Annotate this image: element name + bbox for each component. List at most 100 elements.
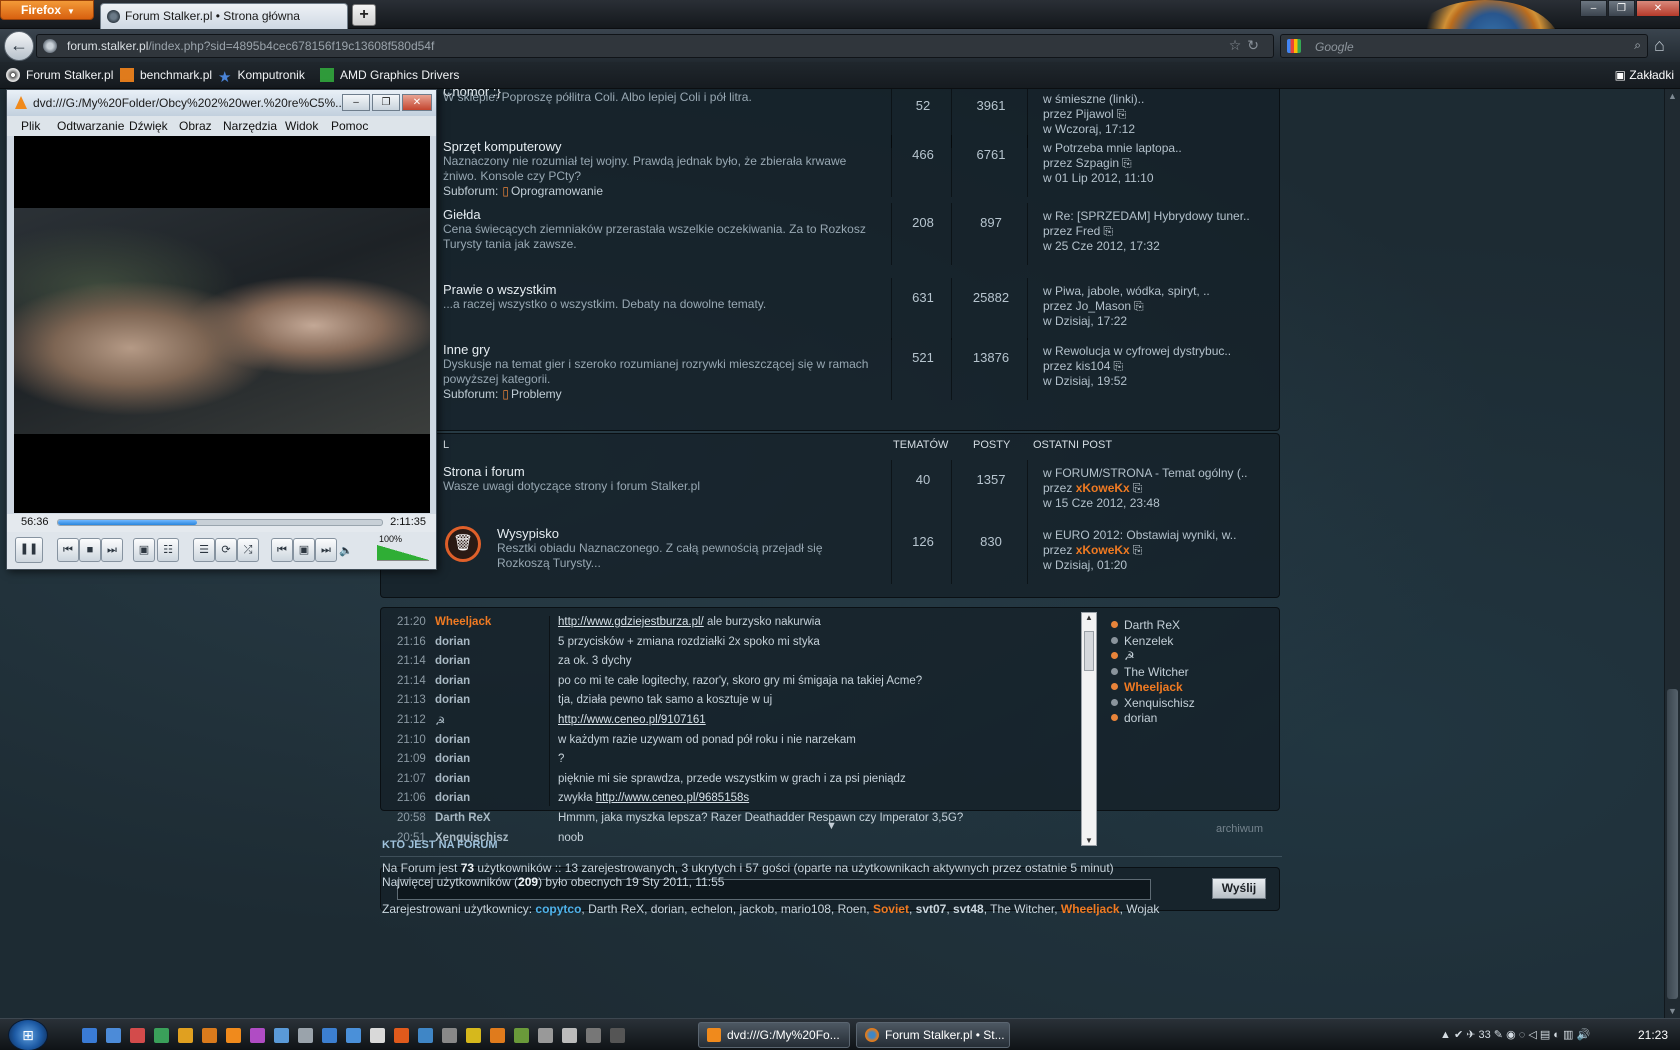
vlc-menu-item[interactable]: Obraz [179,119,212,133]
quick-launch-app-icon[interactable] [250,1028,265,1043]
vlc-menu-item[interactable]: Narzędzia [223,119,277,133]
playlist-button[interactable]: ☰ [193,538,215,562]
start-button[interactable]: ⊞ [8,1019,48,1050]
page-scrollbar[interactable]: ▲ ▼ [1664,89,1680,1018]
quick-launch-app-icon[interactable] [130,1028,145,1043]
quick-launch-app-icon[interactable] [418,1028,433,1043]
last-post-author-name[interactable]: xKoweKx [1076,481,1130,495]
last-post-topic-link[interactable]: w EURO 2012: Obstawiaj wyniki, w.. [1043,528,1273,543]
url-bar[interactable]: forum.stalker.pl/index.php?sid=4895b4cec… [36,34,1274,58]
online-user[interactable]: dorian [1111,711,1195,727]
vlc-maximize-button[interactable]: ❐ [372,94,400,111]
shuffle-button[interactable]: ⤮ [237,538,259,562]
chat-user[interactable]: ☭ [435,714,445,728]
go-to-post-icon[interactable]: ⎘ [1134,299,1144,313]
registered-user-link[interactable]: mario108 [781,902,831,916]
quick-launch-app-icon[interactable] [322,1028,337,1043]
quick-launch-app-icon[interactable] [298,1028,313,1043]
go-to-post-icon[interactable]: ⎘ [1122,156,1132,170]
last-post-topic-link[interactable]: w śmieszne (linki).. [1043,92,1273,107]
bookmark-star-icon[interactable]: ☆ [1229,37,1248,53]
chat-user[interactable]: dorian [435,753,470,765]
last-post-author-name[interactable]: xKoweKx [1076,543,1130,557]
search-bar[interactable]: Google ⌕ [1280,34,1648,58]
tab-forum-stalker[interactable]: Forum Stalker.pl • Strona główna [100,3,348,29]
speaker-icon[interactable]: 🔈 [339,544,353,557]
quick-launch-app-icon[interactable] [610,1028,625,1043]
quick-launch-app-icon[interactable] [82,1028,97,1043]
scroll-down-icon[interactable]: ▼ [1668,1006,1677,1016]
bookmark-komputronik[interactable]: ★ Komputronik [218,68,305,86]
search-icon[interactable]: ⌕ [1634,38,1641,53]
frame-step-button[interactable]: ▣ [293,538,315,562]
subforum-link[interactable]: Oprogramowanie [511,184,603,198]
go-to-post-icon[interactable]: ⎘ [1103,224,1113,238]
online-user[interactable]: The Witcher [1111,665,1195,681]
registered-user-link[interactable]: svt48 [953,902,984,916]
quick-launch-app-icon[interactable] [178,1028,193,1043]
chat-user[interactable]: dorian [435,792,470,804]
close-button[interactable]: ✕ [1636,0,1680,17]
chat-user[interactable]: dorian [435,675,470,687]
scroll-up-icon[interactable]: ▲ [1668,91,1677,101]
last-post-topic-link[interactable]: w Piwa, jabole, wódka, spiryt, .. [1043,284,1273,299]
chat-user[interactable]: dorian [435,734,470,746]
chat-user[interactable]: Darth ReX [435,812,491,824]
new-tab-button[interactable]: + [352,4,376,26]
vlc-volume-slider[interactable] [377,545,429,561]
forum-title-link[interactable]: Giełda [443,207,481,222]
forum-title-link[interactable]: Inne gry [443,342,490,357]
chat-link[interactable]: http://www.gdziejestburza.pl/ [558,616,704,628]
quick-launch-app-icon[interactable] [370,1028,385,1043]
bookmark-amd-drivers[interactable]: AMD Graphics Drivers [320,68,459,82]
vlc-seek-slider[interactable] [57,519,383,526]
forum-title-link[interactable]: Strona i forum [443,464,525,479]
tray-icons[interactable]: ▲ ✔ ✈ [1440,1029,1479,1041]
subforum-link[interactable]: Problemy [511,387,562,401]
frame-back-button[interactable]: ⏮ [271,538,293,562]
taskbar-item-firefox[interactable]: Forum Stalker.pl • St... [856,1022,1010,1048]
vlc-menu-item[interactable]: Dźwięk [129,119,168,133]
quick-launch-app-icon[interactable] [514,1028,529,1043]
send-button[interactable]: Wyślij [1212,878,1266,899]
chat-user[interactable]: dorian [435,773,470,785]
quick-launch-app-icon[interactable] [562,1028,577,1043]
quick-launch-app-icon[interactable] [466,1028,481,1043]
vlc-minimize-button[interactable]: – [342,94,370,111]
last-post-topic-link[interactable]: w Re: [SPRZEDAM] Hybrydowy tuner.. [1043,209,1273,224]
site-identity-icon[interactable] [43,39,57,53]
quick-launch-app-icon[interactable] [226,1028,241,1043]
last-post-author-name[interactable]: przez Szpagin [1043,156,1119,170]
fullscreen-button[interactable]: ▣ [133,538,155,562]
online-user[interactable]: Xenquischisz [1111,696,1195,712]
archive-link[interactable]: archiwum [1216,823,1263,835]
extended-settings-button[interactable]: ☷ [157,538,179,562]
last-post-topic-link[interactable]: w Potrzeba mnie laptopa.. [1043,141,1273,156]
chat-link[interactable]: http://www.ceneo.pl/9685158s [596,792,749,804]
registered-user-link[interactable]: Wheeljack [1061,902,1120,916]
back-button[interactable]: ← [4,31,34,61]
maximize-button[interactable]: ❐ [1608,0,1635,17]
quick-launch-app-icon[interactable] [490,1028,505,1043]
vlc-menu-item[interactable]: Odtwarzanie [57,119,124,133]
chat-scroll-thumb[interactable] [1084,631,1094,671]
online-user[interactable]: Kenzelek [1111,634,1195,650]
frame-forward-button[interactable]: ⏭ [315,538,337,562]
last-post-topic-link[interactable]: w FORUM/STRONA - Temat ogólny (.. [1043,466,1273,481]
last-post-topic-link[interactable]: w Rewolucja w cyfrowej dystrybuc.. [1043,344,1273,359]
quick-launch-app-icon[interactable] [538,1028,553,1043]
chat-scrollbar[interactable]: ▲ ▼ [1081,612,1097,846]
last-post-author-name[interactable]: przez Fred [1043,224,1100,238]
vlc-menu-item[interactable]: Pomoc [331,119,368,133]
last-post-author-name[interactable]: przez Pijawol [1043,107,1114,121]
bookmark-forum-stalker[interactable]: Forum Stalker.pl [6,68,113,82]
minimize-button[interactable]: – [1580,0,1607,17]
google-engine-icon[interactable] [1287,39,1301,53]
tray-icons-2[interactable]: ✎ ◉ ◌ ◁ ▤ ◐ ▥ 🔊 [1491,1029,1590,1041]
online-user[interactable]: ☭ [1111,649,1195,665]
quick-launch-app-icon[interactable] [586,1028,601,1043]
scroll-up-icon[interactable]: ▲ [1085,613,1093,622]
chevron-down-icon[interactable]: ▼ [826,820,837,832]
last-post-author-name[interactable]: przez kis104 [1043,359,1110,373]
registered-user-link[interactable]: Darth ReX [588,902,644,916]
